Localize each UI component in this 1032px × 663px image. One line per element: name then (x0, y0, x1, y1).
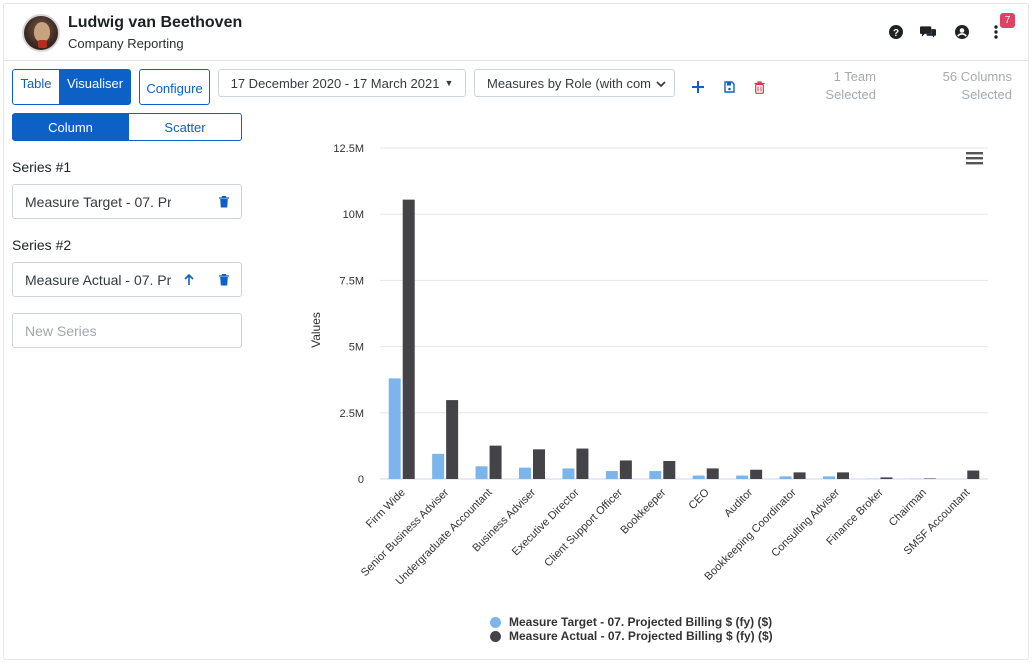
columns-selected-label: Selected (961, 87, 1012, 102)
scatter-chart-tab[interactable]: Scatter (128, 113, 242, 141)
legend-item-target[interactable]: Measure Target - 07. Projected Billing $… (490, 615, 773, 629)
bar-target[interactable] (649, 471, 662, 479)
trash-icon[interactable] (219, 273, 229, 289)
legend-target-label: Measure Target - 07. Projected Billing $… (509, 615, 773, 629)
date-range-label: 17 December 2020 - 17 March 2021 (230, 75, 440, 91)
bar-actual[interactable] (923, 478, 936, 479)
bar-target[interactable] (736, 475, 749, 479)
bar-target[interactable] (779, 476, 792, 479)
configure-button[interactable]: Configure (139, 69, 210, 105)
new-series-placeholder: New Series (25, 322, 97, 339)
bar-target[interactable] (562, 468, 575, 479)
table-toggle-button[interactable]: Table (12, 69, 60, 105)
date-range-select[interactable]: 17 December 2020 - 17 March 2021 ▼ (218, 69, 466, 97)
legend-actual-swatch (490, 630, 501, 642)
legend-actual-label: Measure Actual - 07. Projected Billing $… (509, 629, 773, 643)
bar-actual[interactable] (793, 472, 806, 479)
bar-actual[interactable] (880, 477, 893, 479)
x-category-label: Auditor (722, 486, 755, 519)
x-category-label: Client Support Officer (542, 486, 625, 569)
series-2-value: Measure Actual - 07. Projected Billing $… (25, 271, 171, 288)
legend-item-actual[interactable]: Measure Actual - 07. Projected Billing $… (490, 629, 773, 643)
series-1-title: Series #1 (12, 159, 72, 175)
chat-icon[interactable] (920, 24, 936, 40)
bar-actual[interactable] (619, 460, 632, 479)
avatar[interactable] (22, 14, 60, 52)
team-selected-status: 1 Team Selected (790, 68, 876, 104)
y-axis-title: Values (309, 312, 323, 348)
y-tick-label: 2.5M (340, 408, 364, 420)
y-tick-label: 10M (343, 209, 364, 221)
bar-target[interactable] (605, 471, 618, 479)
series-1-field[interactable]: Measure Target - 07. Projected Billing $… (12, 184, 242, 219)
save-icon[interactable] (721, 78, 737, 96)
y-tick-label: 7.5M (340, 275, 364, 287)
legend-target-swatch (490, 616, 501, 628)
bar-actual[interactable] (837, 472, 849, 479)
bar-actual[interactable] (489, 445, 502, 479)
x-category-label: Firm Wide (364, 487, 408, 531)
bar-target[interactable] (432, 453, 445, 479)
column-chart-tab[interactable]: Column (12, 113, 129, 141)
bar-actual[interactable] (402, 199, 415, 480)
chart-legend: Measure Target - 07. Projected Billing $… (490, 615, 773, 643)
measures-select[interactable]: Measures by Role (with comp (474, 69, 675, 97)
measures-select-label: Measures by Role (with comp (487, 75, 651, 91)
columns-selected-count: 56 Columns (942, 69, 1012, 84)
chart-menu-icon[interactable] (966, 152, 983, 165)
bar-actual[interactable] (446, 400, 459, 479)
caret-down-icon: ▼ (444, 78, 454, 88)
app-header: Ludwig van Beethoven Company Reporting ?… (4, 4, 1028, 61)
column-chart: 0 2.5M 5M 7.5M 10M 12.5M Firm WideSenior Busin… (309, 143, 988, 588)
arrow-up-icon[interactable] (184, 273, 194, 289)
bar-target[interactable] (692, 475, 705, 479)
x-category-label: Senior Business Adviser (359, 486, 452, 579)
bar-target[interactable] (388, 378, 401, 479)
y-tick-label: 12.5M (333, 143, 364, 155)
svg-text:?: ? (893, 28, 899, 39)
bar-actual[interactable] (533, 449, 545, 479)
x-category-label: Bookkeeper (618, 486, 668, 536)
bar-actual[interactable] (750, 469, 763, 479)
team-selected-count: 1 Team (833, 69, 876, 84)
series-1-value: Measure Target - 07. Projected Billing $… (25, 193, 171, 210)
bar-actual[interactable] (706, 468, 719, 479)
columns-selected-status: 56 Columns Selected (900, 68, 1012, 104)
trash-icon[interactable] (219, 195, 229, 211)
bar-actual[interactable] (663, 460, 676, 479)
visualiser-toggle-button[interactable]: Visualiser (59, 69, 131, 105)
help-icon[interactable]: ? (888, 24, 904, 40)
series-2-title: Series #2 (12, 237, 72, 253)
user-name: Ludwig van Beethoven (68, 14, 243, 31)
x-category-label: CEO (686, 486, 712, 512)
delete-icon[interactable] (751, 78, 767, 96)
add-icon[interactable] (690, 78, 706, 96)
new-series-input[interactable]: New Series (12, 313, 242, 348)
bar-target[interactable] (519, 467, 531, 479)
series-2-field[interactable]: Measure Actual - 07. Projected Billing $… (12, 262, 242, 297)
notification-badge: 7 (1000, 13, 1015, 28)
bar-target[interactable] (823, 476, 835, 479)
x-category-label: Chairman (887, 487, 929, 529)
team-selected-label: Selected (825, 87, 876, 102)
company-subtitle: Company Reporting (68, 36, 184, 51)
bar-actual[interactable] (576, 448, 589, 479)
bar-target[interactable] (475, 466, 488, 479)
bar-actual[interactable] (967, 470, 980, 479)
chevron-down-icon (656, 76, 666, 91)
account-icon[interactable] (954, 24, 970, 40)
y-tick-label: 5M (349, 342, 364, 354)
y-tick-label: 0 (358, 474, 364, 486)
